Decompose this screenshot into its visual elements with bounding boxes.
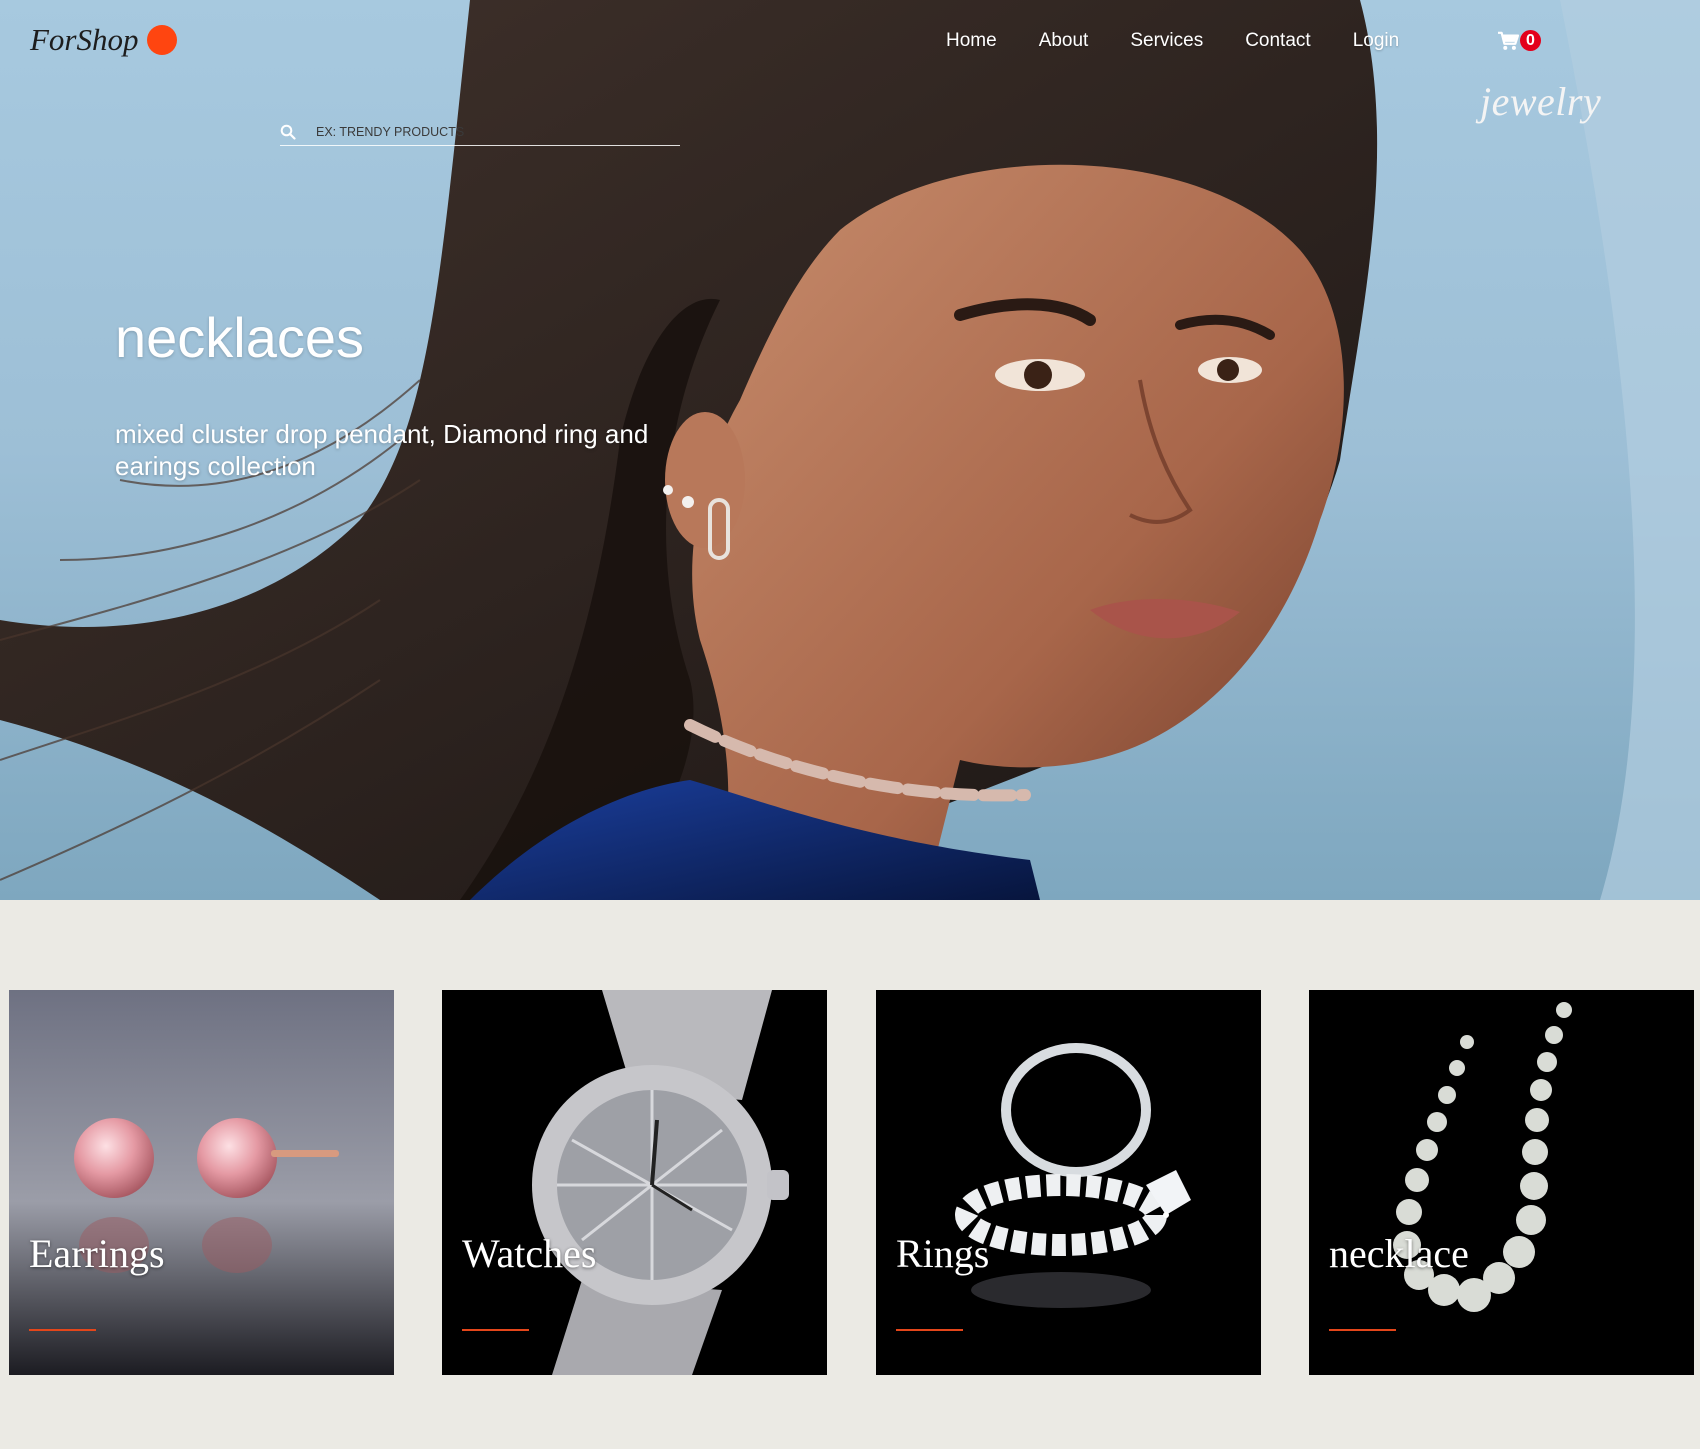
category-underline [1329, 1329, 1396, 1331]
nav-item-services[interactable]: Services [1130, 30, 1203, 52]
watch-image [442, 990, 827, 1375]
main-nav: Home About Services Contact Login [946, 30, 1399, 52]
brand-name: ForShop [30, 22, 139, 57]
brand-dot-icon [146, 25, 177, 55]
necklace-image [1309, 990, 1694, 1375]
hero-banner: ForShop Home About Services Contact Logi… [0, 0, 1700, 900]
search-bar [280, 118, 680, 146]
category-label: Rings [896, 1231, 990, 1276]
nav-item-contact[interactable]: Contact [1245, 30, 1310, 52]
shopping-cart-icon [1498, 31, 1519, 50]
search-input[interactable] [316, 124, 656, 139]
brand-logo[interactable]: ForShop [30, 22, 177, 58]
category-label: necklace [1329, 1231, 1469, 1276]
nav-item-home[interactable]: Home [946, 30, 997, 52]
category-label: Earrings [29, 1231, 165, 1276]
category-card-necklace[interactable]: necklace [1309, 990, 1694, 1375]
category-card-watches[interactable]: Watches [442, 990, 827, 1375]
nav-item-login[interactable]: Login [1353, 30, 1400, 52]
category-card-earrings[interactable]: Earrings [9, 990, 394, 1375]
category-underline [896, 1329, 963, 1331]
category-grid: Earrings Watches Rings necklace [0, 990, 1700, 1375]
category-tagline: jewelry [1480, 79, 1602, 124]
nav-item-about[interactable]: About [1039, 30, 1089, 52]
hero-title: necklaces [115, 306, 365, 369]
earrings-image [9, 990, 394, 1375]
hero-subtitle: mixed cluster drop pendant, Diamond ring… [115, 419, 649, 481]
cart-button[interactable]: 0 [1497, 30, 1541, 51]
category-underline [29, 1329, 96, 1331]
category-card-rings[interactable]: Rings [876, 990, 1261, 1375]
cart-count-badge: 0 [1520, 30, 1541, 51]
rings-image [876, 990, 1261, 1375]
category-label: Watches [462, 1231, 597, 1276]
category-underline [462, 1329, 529, 1331]
search-icon[interactable] [280, 124, 296, 140]
